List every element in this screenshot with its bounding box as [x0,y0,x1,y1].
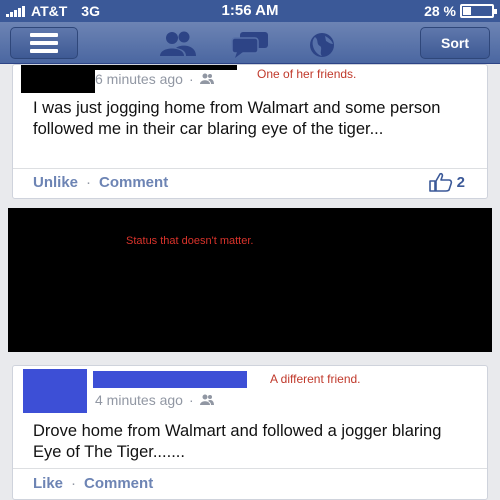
status-right: 28 % [424,3,497,19]
thumbs-up-icon [428,172,452,192]
post-meta: 4 minutes ago · [95,392,214,408]
annotation-label: Status that doesn't matter. [126,235,254,247]
divider [13,168,487,169]
post-actions: Unlike · Comment [33,174,168,191]
post-time[interactable]: 4 minutes ago [95,392,183,408]
post-text: Drove home from Walmart and followed a j… [33,422,442,461]
redacted-avatar [21,65,95,93]
like-count-value: 2 [456,173,465,191]
friends-icon[interactable] [158,31,198,57]
sort-button[interactable]: Sort [420,27,490,59]
post-card-2: 4 minutes ago · A different friend. Drov… [12,365,488,500]
separator: · [86,174,92,191]
redacted-name [95,65,237,70]
globe-icon[interactable] [306,31,338,59]
friends-audience-icon [199,73,214,84]
separator: · [71,475,77,492]
hidden-status-panel: Status that doesn't matter. [8,208,492,352]
post-text: I was just jogging home from Walmart and… [33,99,441,138]
menu-icon [30,33,58,37]
battery-percent: 28 % [424,3,456,19]
comment-button[interactable]: Comment [84,475,153,492]
status-bar: AT&T 3G 1:56 AM 28 % [0,0,500,22]
post-card-1: 6 minutes ago · One of her friends. I wa… [12,64,488,199]
redacted-avatar [23,369,87,413]
redacted-name [93,371,247,388]
annotation-label: A different friend. [270,372,361,386]
nav-bar: Sort [0,22,500,64]
post-meta: 6 minutes ago · [95,71,214,87]
comment-button[interactable]: Comment [99,174,168,191]
menu-button[interactable] [10,27,78,59]
unlike-button[interactable]: Unlike [33,174,78,191]
divider [13,468,487,469]
annotation-label: One of her friends. [257,67,357,81]
battery-icon [460,4,497,18]
like-count[interactable]: 2 [428,172,465,192]
messages-icon[interactable] [230,31,270,59]
post-time[interactable]: 6 minutes ago [95,71,183,87]
like-button[interactable]: Like [33,475,63,492]
post-actions: Like · Comment [33,475,153,492]
friends-audience-icon [199,394,214,405]
